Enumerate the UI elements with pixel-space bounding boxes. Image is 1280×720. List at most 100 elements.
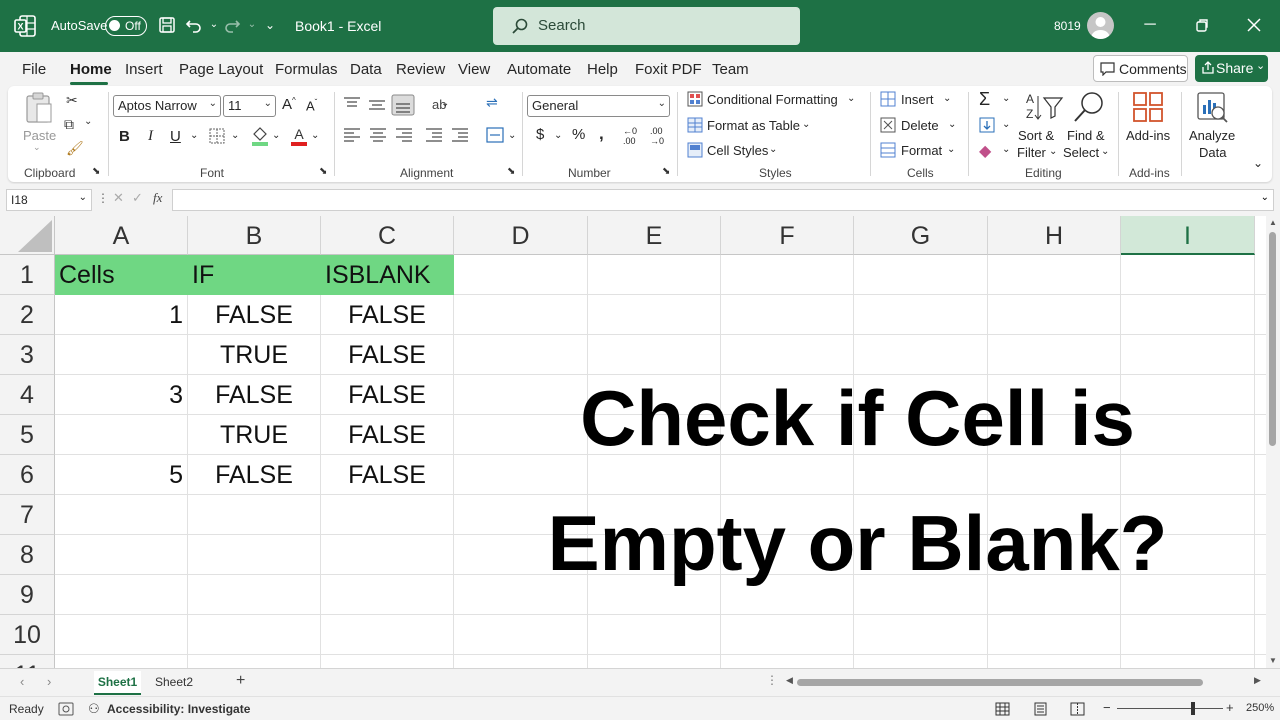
currency-dropdown-icon[interactable]: ⌄ (554, 130, 562, 141)
name-box[interactable]: I18 ⌄ (6, 189, 92, 211)
cut-icon[interactable]: ✂ (66, 92, 78, 109)
row-header-7[interactable]: 7 (0, 495, 55, 535)
restore-icon[interactable] (1191, 14, 1213, 36)
undo-dropdown-icon[interactable]: ⌄ (204, 15, 224, 35)
cell-styles-dropdown-icon[interactable]: ⌄ (769, 144, 777, 155)
merge-center-icon[interactable] (486, 126, 504, 144)
clear-icon[interactable]: ◆ (979, 141, 991, 161)
cell-c3[interactable]: FALSE (321, 335, 453, 375)
more-options-icon[interactable]: ⋮ (97, 191, 109, 205)
row-header-5[interactable]: 5 (0, 415, 55, 455)
format-cells-button[interactable]: Format (901, 143, 942, 158)
confirm-entry-icon[interactable]: ✓ (132, 190, 143, 206)
cell-b4[interactable]: FALSE (188, 375, 320, 415)
fill-icon[interactable] (979, 117, 995, 133)
scroll-up-icon[interactable]: ▲ (1269, 218, 1277, 227)
cell-b2[interactable]: FALSE (188, 295, 320, 335)
alignment-launcher-icon[interactable]: ⬊ (507, 166, 515, 177)
row-header-10[interactable]: 10 (0, 615, 55, 655)
find-select-label-1[interactable]: Find & (1067, 128, 1105, 143)
minimize-icon[interactable]: ─ (1139, 14, 1161, 36)
row-header-11[interactable]: 11 (0, 655, 55, 668)
normal-view-icon[interactable] (995, 702, 1010, 716)
comments-button[interactable]: Comments (1093, 55, 1188, 82)
row-header-4[interactable]: 4 (0, 375, 55, 415)
autosave-toggle[interactable]: Off (105, 16, 147, 36)
scroll-down-icon[interactable]: ▼ (1269, 656, 1277, 665)
zoom-slider-track[interactable] (1117, 708, 1223, 709)
formula-input[interactable]: ⌄ (172, 189, 1274, 211)
avatar[interactable] (1087, 12, 1114, 39)
prev-sheet-icon[interactable]: ‹ (20, 674, 24, 689)
paste-label[interactable]: Paste (23, 128, 56, 143)
tab-help[interactable]: Help (587, 61, 618, 78)
find-select-label-2[interactable]: Select (1063, 145, 1099, 160)
column-header-b[interactable]: B (188, 216, 321, 255)
select-all-button[interactable] (0, 216, 55, 255)
add-ins-icon[interactable] (1132, 91, 1164, 123)
sheet-tab-sheet2[interactable]: Sheet2 (150, 671, 198, 695)
cell-a4[interactable]: 3 (55, 375, 187, 415)
insert-function-icon[interactable]: fx (153, 190, 162, 206)
vertical-align-icons[interactable]: ab (342, 94, 452, 116)
fill-dropdown-icon[interactable]: ⌄ (1002, 119, 1010, 130)
font-color-icon[interactable]: A (290, 126, 308, 146)
save-icon[interactable] (157, 15, 177, 35)
borders-icon[interactable] (209, 128, 225, 144)
cell-c6[interactable]: FALSE (321, 455, 453, 495)
next-sheet-icon[interactable]: › (47, 674, 51, 689)
delete-cells-button[interactable]: Delete (901, 118, 939, 133)
font-color-dropdown-icon[interactable]: ⌄ (311, 130, 319, 141)
cancel-entry-icon[interactable]: ✕ (113, 190, 124, 206)
copy-dropdown-icon[interactable]: ⌄ (84, 116, 92, 127)
tab-data[interactable]: Data (350, 61, 382, 78)
zoom-level[interactable]: 250% (1246, 702, 1274, 714)
column-header-f[interactable]: F (721, 216, 854, 255)
paste-icon[interactable] (24, 92, 54, 124)
increase-font-size-icon[interactable]: A^ (282, 96, 296, 113)
italic-icon[interactable]: I (148, 128, 153, 145)
format-as-table-dropdown-icon[interactable]: ⌄ (802, 119, 810, 130)
vertical-scrollbar[interactable]: ▲ ▼ (1266, 216, 1280, 668)
fill-color-icon[interactable] (251, 126, 269, 146)
cell-b1[interactable]: IF (188, 255, 321, 295)
user-name[interactable]: 8019 (1054, 19, 1081, 33)
sort-filter-label-1[interactable]: Sort & (1018, 128, 1054, 143)
undo-icon[interactable] (184, 15, 204, 35)
analyze-data-label-1[interactable]: Analyze (1189, 128, 1235, 143)
merge-dropdown-icon[interactable]: ⌄ (508, 130, 516, 141)
number-format-select[interactable]: General ⌄ (527, 95, 670, 117)
clear-dropdown-icon[interactable]: ⌄ (1002, 144, 1010, 155)
decrease-font-size-icon[interactable]: Aˇ (306, 98, 317, 113)
font-size-select[interactable]: 11 ⌄ (223, 95, 276, 117)
tab-view[interactable]: View (458, 61, 490, 78)
column-header-d[interactable]: D (454, 216, 588, 255)
cell-c2[interactable]: FALSE (321, 295, 453, 335)
underline-dropdown-icon[interactable]: ⌄ (190, 130, 198, 141)
tab-team[interactable]: Team (712, 61, 749, 78)
search-box[interactable]: Search (493, 7, 800, 45)
cell-c1[interactable]: ISBLANK (321, 255, 454, 295)
tab-file[interactable]: File (22, 61, 46, 78)
zoom-slider-thumb[interactable] (1191, 702, 1195, 715)
customize-toolbar-icon[interactable]: ⌄ (260, 15, 280, 35)
scroll-right-icon[interactable]: ▶ (1254, 675, 1261, 686)
cell-a1[interactable]: Cells (55, 255, 188, 295)
increase-decimal-icon[interactable]: ←0.00 (623, 126, 637, 146)
analyze-data-label-2[interactable]: Data (1199, 145, 1226, 160)
orientation-dropdown-icon[interactable]: ⌄ (441, 98, 449, 109)
bold-icon[interactable]: B (119, 128, 130, 145)
column-header-e[interactable]: E (588, 216, 721, 255)
zoom-in-icon[interactable]: + (1226, 700, 1234, 715)
sort-filter-dropdown-icon[interactable]: ⌄ (1049, 146, 1057, 157)
format-painter-icon[interactable]: 🖌 (66, 140, 84, 157)
find-select-icon[interactable] (1071, 90, 1107, 124)
cell-b3[interactable]: TRUE (188, 335, 320, 375)
tab-home[interactable]: Home (70, 61, 112, 78)
row-header-3[interactable]: 3 (0, 335, 55, 375)
redo-dropdown-icon[interactable]: ⌄ (242, 15, 262, 35)
clipboard-launcher-icon[interactable]: ⬊ (92, 166, 100, 177)
cell-c5[interactable]: FALSE (321, 415, 453, 455)
tab-split-handle-icon[interactable]: ⋮ (766, 673, 778, 687)
cell-b5[interactable]: TRUE (188, 415, 320, 455)
